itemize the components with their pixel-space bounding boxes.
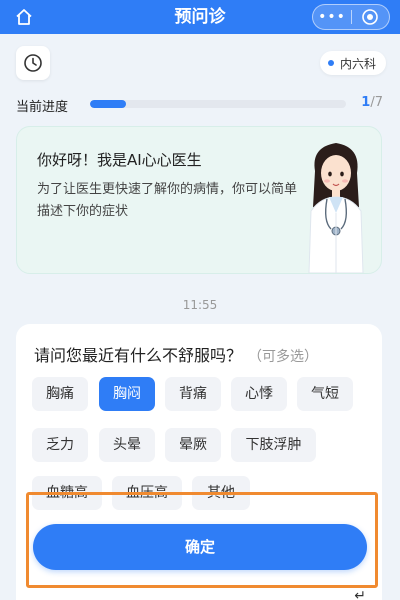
greeting-title: 你好呀！我是AI心心医生: [37, 151, 202, 169]
symptom-option-label: 血糖高: [46, 485, 88, 501]
symptom-option-label: 胸闷: [113, 386, 141, 402]
symptom-option[interactable]: 胸闷: [99, 377, 155, 411]
progress-count: 1/7: [361, 95, 383, 110]
symptom-option-label: 血压高: [126, 485, 168, 501]
symptom-option[interactable]: 血糖高: [32, 476, 102, 510]
symptom-option-label: 背痛: [179, 386, 207, 402]
confirm-button[interactable]: 确定: [33, 524, 367, 570]
symptom-option[interactable]: 气短: [297, 377, 353, 411]
department-tag[interactable]: 内六科: [319, 51, 386, 75]
symptom-option-label: 下肢浮肿: [245, 437, 302, 453]
clock-icon: [24, 54, 42, 72]
symptom-option[interactable]: 其他: [192, 476, 250, 510]
progress-fill: [90, 100, 126, 108]
progress-total: /7: [370, 95, 383, 110]
progress-current: 1: [361, 95, 371, 110]
question-title: 请问您最近有什么不舒服吗？ （可多选）: [34, 342, 318, 366]
symptom-option-label: 头晕: [113, 437, 141, 453]
top-bar: 预问诊 •••: [0, 0, 400, 34]
close-button[interactable]: [352, 8, 389, 26]
department-label: 内六科: [339, 56, 376, 71]
return-arrow-icon[interactable]: ↵: [354, 588, 366, 600]
multi-select-hint: （可多选）: [248, 349, 319, 365]
question-text: 请问您最近有什么不舒服吗？: [34, 346, 243, 365]
symptom-option[interactable]: 晕厥: [165, 428, 221, 462]
symptom-option-label: 心悸: [245, 386, 273, 402]
symptom-option[interactable]: 心悸: [231, 377, 287, 411]
more-button[interactable]: •••: [313, 5, 351, 29]
symptom-option-label: 胸痛: [46, 386, 74, 402]
symptom-option-label: 气短: [311, 386, 339, 402]
progress-bar: [90, 100, 346, 108]
symptom-option[interactable]: 下肢浮肿: [231, 428, 316, 462]
greeting-card: 你好呀！我是AI心心医生 为了让医生更快速了解你的病情，你可以简单描述下你的症状: [16, 126, 382, 274]
symptom-option[interactable]: 乏力: [32, 428, 88, 462]
symptom-option-label: 其他: [207, 485, 235, 501]
symptom-option[interactable]: 头晕: [99, 428, 155, 462]
symptom-option-label: 乏力: [46, 437, 74, 453]
record-close-icon: [362, 9, 379, 25]
department-dot-icon: [327, 60, 334, 66]
history-button[interactable]: [16, 46, 50, 80]
greeting-text: 为了让医生更快速了解你的病情，你可以简单描述下你的症状: [37, 182, 298, 219]
symptom-option[interactable]: 血压高: [112, 476, 182, 510]
symptom-option[interactable]: 胸痛: [32, 377, 88, 411]
doctor-avatar-illustration: [308, 143, 364, 273]
symptom-option[interactable]: 背痛: [165, 377, 221, 411]
message-time: 11:55: [182, 298, 218, 312]
symptom-option-label: 晕厥: [179, 437, 207, 453]
mini-program-capsule: •••: [312, 4, 390, 30]
progress-label: 当前进度: [16, 100, 69, 115]
